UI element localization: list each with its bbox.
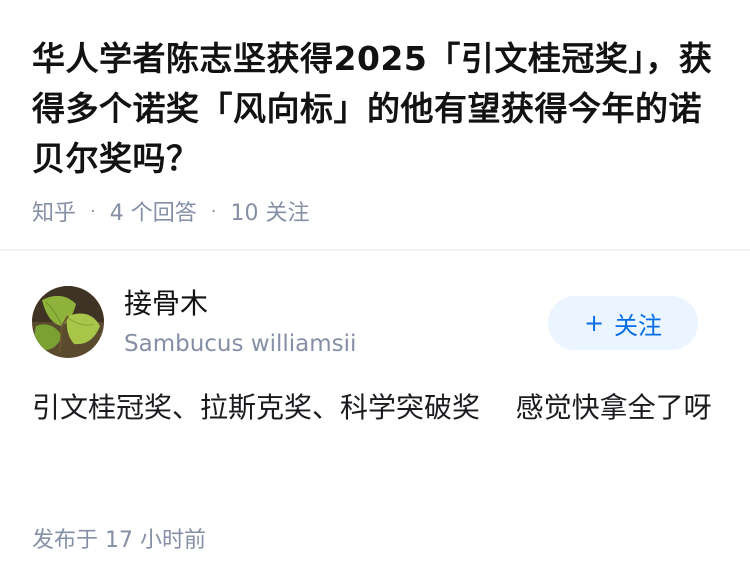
answer-card: 接骨木 Sambucus williamsii + 关注 引文桂冠奖、拉斯克奖、… xyxy=(32,284,718,432)
follower-count[interactable]: 10 关注 xyxy=(230,195,309,227)
ginkgo-leaf-icon xyxy=(32,286,104,358)
question-title[interactable]: 华人学者陈志坚获得2025「引文桂冠奖」，获得多个诺奖「风向标」的他有望获得今年… xyxy=(32,34,722,184)
publish-time: 发布于 17 小时前 xyxy=(32,528,206,553)
question-meta: 知乎 · 4 个回答 · 10 关注 xyxy=(32,195,722,227)
answer-count[interactable]: 4 个回答 xyxy=(110,195,197,227)
question-header: 华人学者陈志坚获得2025「引文桂冠奖」，获得多个诺奖「风向标」的他有望获得今年… xyxy=(32,34,722,226)
source-label[interactable]: 知乎 xyxy=(32,195,76,227)
section-divider xyxy=(0,249,750,251)
author-row: 接骨木 Sambucus williamsii + 关注 xyxy=(32,284,718,360)
answer-content[interactable]: 引文桂冠奖、拉斯克奖、科学突破奖 感觉快拿全了呀 xyxy=(32,384,712,432)
meta-separator: · xyxy=(210,200,217,222)
plus-icon: + xyxy=(583,309,605,337)
follow-label: 关注 xyxy=(614,311,663,340)
author-name[interactable]: 接骨木 xyxy=(124,284,356,324)
meta-separator: · xyxy=(90,200,96,222)
avatar[interactable] xyxy=(32,286,104,358)
author-bio: Sambucus williamsii xyxy=(124,331,357,357)
author-info: 接骨木 Sambucus williamsii xyxy=(124,284,356,362)
follow-button[interactable]: + 关注 xyxy=(548,296,698,350)
